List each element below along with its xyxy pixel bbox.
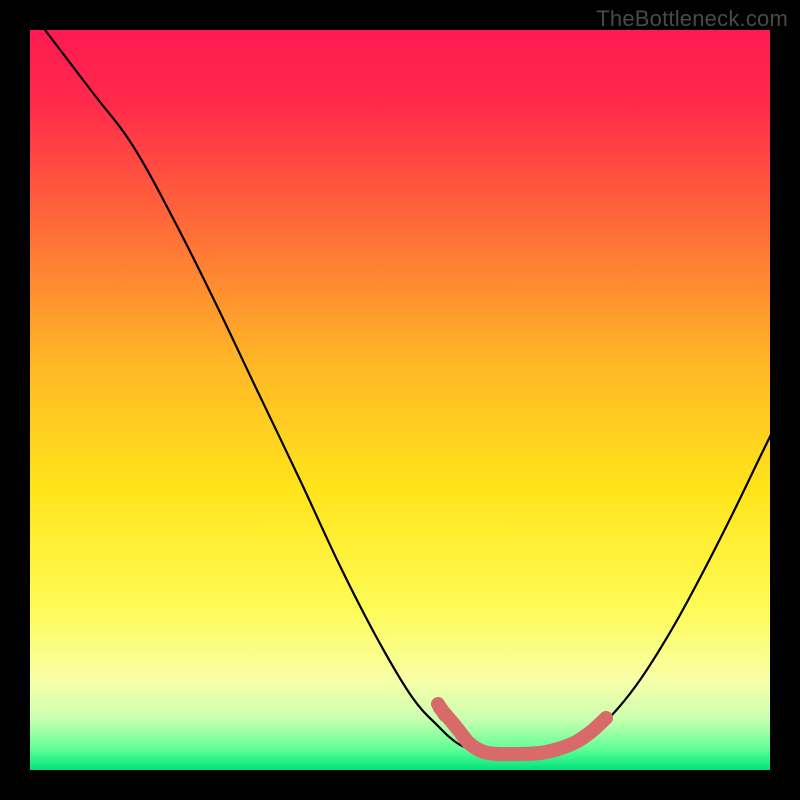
bottleneck-chart: TheBottleneck.com — [0, 0, 800, 800]
gradient-background — [30, 30, 770, 770]
watermark-label: TheBottleneck.com — [596, 6, 788, 32]
chart-svg — [0, 0, 800, 800]
